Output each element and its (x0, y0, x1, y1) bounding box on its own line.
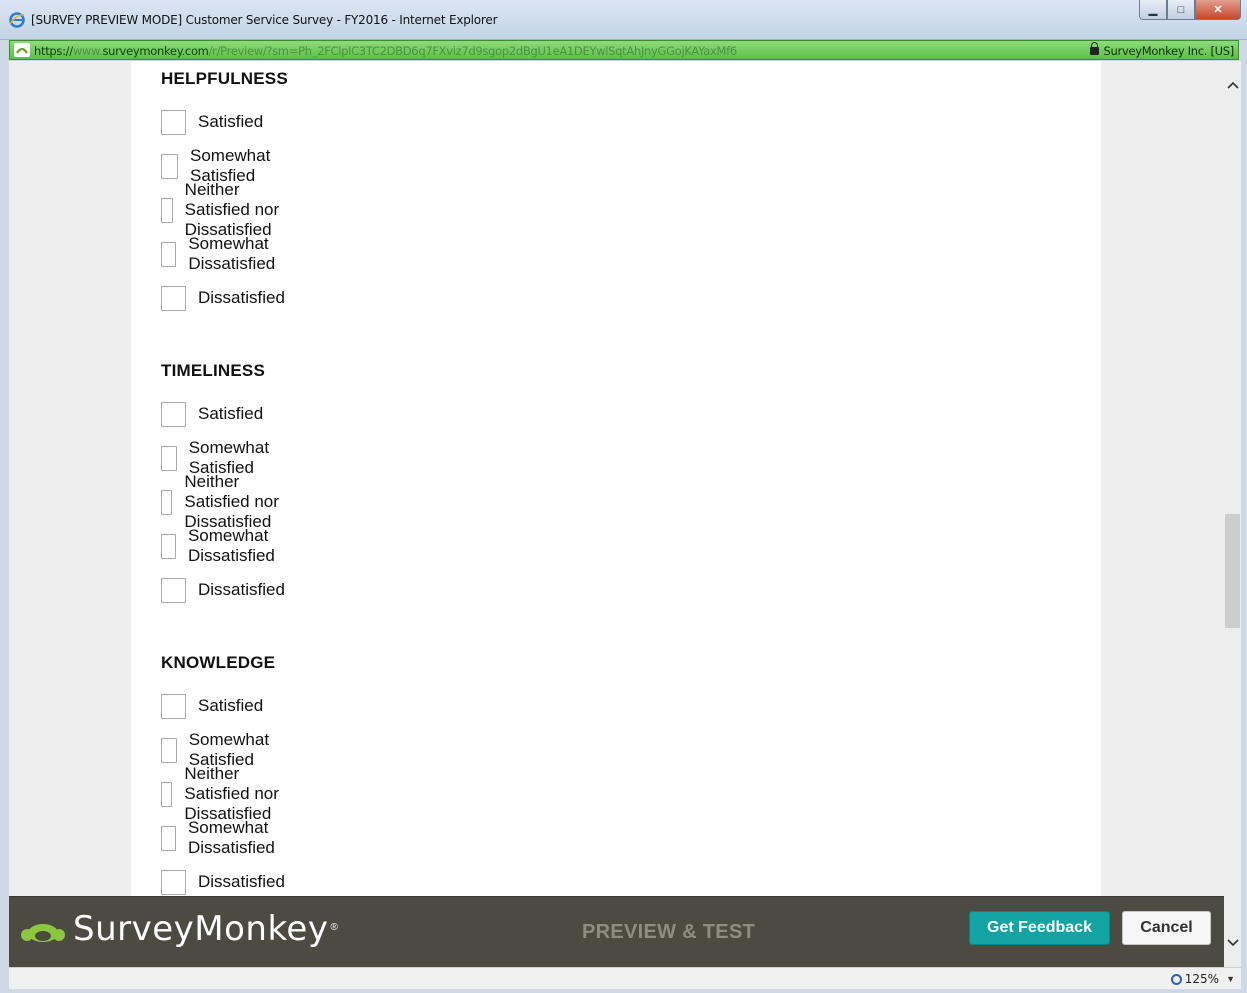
lock-icon (1089, 42, 1099, 55)
option-label: Somewhat Dissatisfied (187, 818, 275, 857)
zoom-dropdown-icon[interactable]: ▼ (1226, 974, 1235, 984)
option-dissatisfied[interactable]: Dissatisfied (161, 869, 285, 895)
checkbox[interactable] (161, 109, 186, 135)
scroll-up-icon[interactable] (1224, 75, 1241, 95)
option-label: Dissatisfied (198, 872, 285, 891)
option-satisfied[interactable]: Satisfied (161, 693, 263, 719)
maximize-button[interactable]: □ (1167, 0, 1195, 20)
checkbox[interactable] (161, 781, 173, 807)
question-title: HELPFULNESS (161, 69, 288, 88)
zoom-control[interactable]: 125% (1170, 972, 1219, 986)
brand-name: SurveyMonkey (73, 909, 329, 949)
survey-panel: HELPFULNESS Satisfied Somewhat Satisfied… (131, 61, 1101, 967)
question-knowledge: KNOWLEDGE Satisfied Somewhat Satisfied N… (161, 653, 285, 895)
window-title-bar: [SURVEY PREVIEW MODE] Customer Service S… (0, 0, 1247, 40)
certificate-owner: SurveyMonkey Inc. [US] (1103, 44, 1235, 58)
checkbox[interactable] (161, 869, 186, 895)
magnifier-icon (1170, 973, 1182, 985)
option-label: Dissatisfied (198, 580, 285, 599)
checkbox[interactable] (161, 445, 177, 471)
option-neutral[interactable]: Neither Satisfied nor Dissatisfied (161, 764, 285, 823)
question-title: TIMELINESS (161, 361, 266, 380)
option-label: Neither Satisfied nor Dissatisfied (184, 764, 279, 823)
option-satisfied[interactable]: Satisfied (161, 109, 263, 135)
checkbox[interactable] (161, 489, 173, 515)
checkbox[interactable] (161, 533, 176, 559)
option-somewhat-dissatisfied[interactable]: Somewhat Dissatisfied (161, 818, 285, 857)
security-certificate[interactable]: SurveyMonkey Inc. [US] (1089, 42, 1235, 58)
option-satisfied[interactable]: Satisfied (161, 401, 263, 427)
window-title: [SURVEY PREVIEW MODE] Customer Service S… (31, 13, 498, 27)
address-bar[interactable]: https://www.surveymonkey.com/r/Preview/?… (9, 40, 1239, 60)
surveymonkey-favicon-icon (14, 43, 30, 57)
checkbox[interactable] (161, 241, 177, 267)
option-neutral[interactable]: Neither Satisfied nor Dissatisfied (161, 180, 288, 239)
question-title: KNOWLEDGE (161, 653, 276, 672)
page-viewport: HELPFULNESS Satisfied Somewhat Satisfied… (9, 61, 1224, 967)
option-dissatisfied[interactable]: Dissatisfied (161, 577, 285, 603)
vertical-scrollbar[interactable] (1224, 61, 1241, 967)
option-label: Dissatisfied (198, 288, 285, 307)
question-helpfulness: HELPFULNESS Satisfied Somewhat Satisfied… (161, 69, 288, 311)
registered-mark: ® (330, 921, 338, 933)
checkbox[interactable] (161, 197, 173, 223)
scroll-thumb[interactable] (1225, 514, 1240, 628)
surveymonkey-logo: SurveyMonkey ® (19, 909, 338, 949)
url-domain: surveymonkey.com (102, 44, 209, 58)
preview-toolbar: SurveyMonkey ® PREVIEW & TEST Get Feedbac… (9, 896, 1224, 967)
checkbox[interactable] (161, 401, 186, 427)
checkbox[interactable] (161, 285, 186, 311)
checkbox[interactable] (161, 153, 178, 179)
option-label: Somewhat Dissatisfied (188, 234, 276, 273)
mode-label: PREVIEW & TEST (582, 921, 756, 943)
checkbox[interactable] (161, 737, 177, 763)
option-label: Satisfied (198, 404, 264, 423)
option-somewhat-satisfied[interactable]: Somewhat Satisfied (161, 438, 278, 477)
option-label: Neither Satisfied nor Dissatisfied (184, 472, 279, 531)
option-somewhat-dissatisfied[interactable]: Somewhat Dissatisfied (161, 234, 288, 273)
url-text[interactable]: https://www.surveymonkey.com/r/Preview/?… (34, 44, 934, 58)
scroll-down-icon[interactable] (1224, 933, 1241, 953)
checkbox[interactable] (161, 825, 176, 851)
option-somewhat-satisfied[interactable]: Somewhat Satisfied (161, 146, 288, 185)
cancel-button[interactable]: Cancel (1122, 911, 1211, 945)
surveymonkey-logo-icon (21, 924, 65, 942)
option-label: Neither Satisfied nor Dissatisfied (184, 180, 280, 239)
window-controls: ▁ □ ✕ (1139, 0, 1241, 22)
option-label: Somewhat Dissatisfied (187, 526, 275, 565)
question-timeliness: TIMELINESS Satisfied Somewhat Satisfied … (161, 361, 285, 603)
checkbox[interactable] (161, 693, 186, 719)
option-somewhat-satisfied[interactable]: Somewhat Satisfied (161, 730, 278, 769)
url-subdomain: www. (72, 44, 103, 58)
url-path: /r/Preview/?sm=Ph_2FClplC3TC2DBD6q7FXviz… (208, 44, 738, 58)
option-label: Satisfied (198, 112, 264, 131)
option-label: Satisfied (198, 696, 264, 715)
option-neutral[interactable]: Neither Satisfied nor Dissatisfied (161, 472, 285, 531)
internet-explorer-icon (9, 12, 25, 28)
get-feedback-button[interactable]: Get Feedback (969, 911, 1110, 945)
option-somewhat-dissatisfied[interactable]: Somewhat Dissatisfied (161, 526, 285, 565)
zoom-level: 125% (1184, 972, 1219, 986)
url-protocol: https:// (34, 44, 73, 58)
close-button[interactable]: ✕ (1195, 0, 1241, 20)
option-dissatisfied[interactable]: Dissatisfied (161, 285, 285, 311)
checkbox[interactable] (161, 577, 186, 603)
status-bar: 125% ▼ (9, 967, 1241, 989)
minimize-button[interactable]: ▁ (1139, 0, 1167, 20)
